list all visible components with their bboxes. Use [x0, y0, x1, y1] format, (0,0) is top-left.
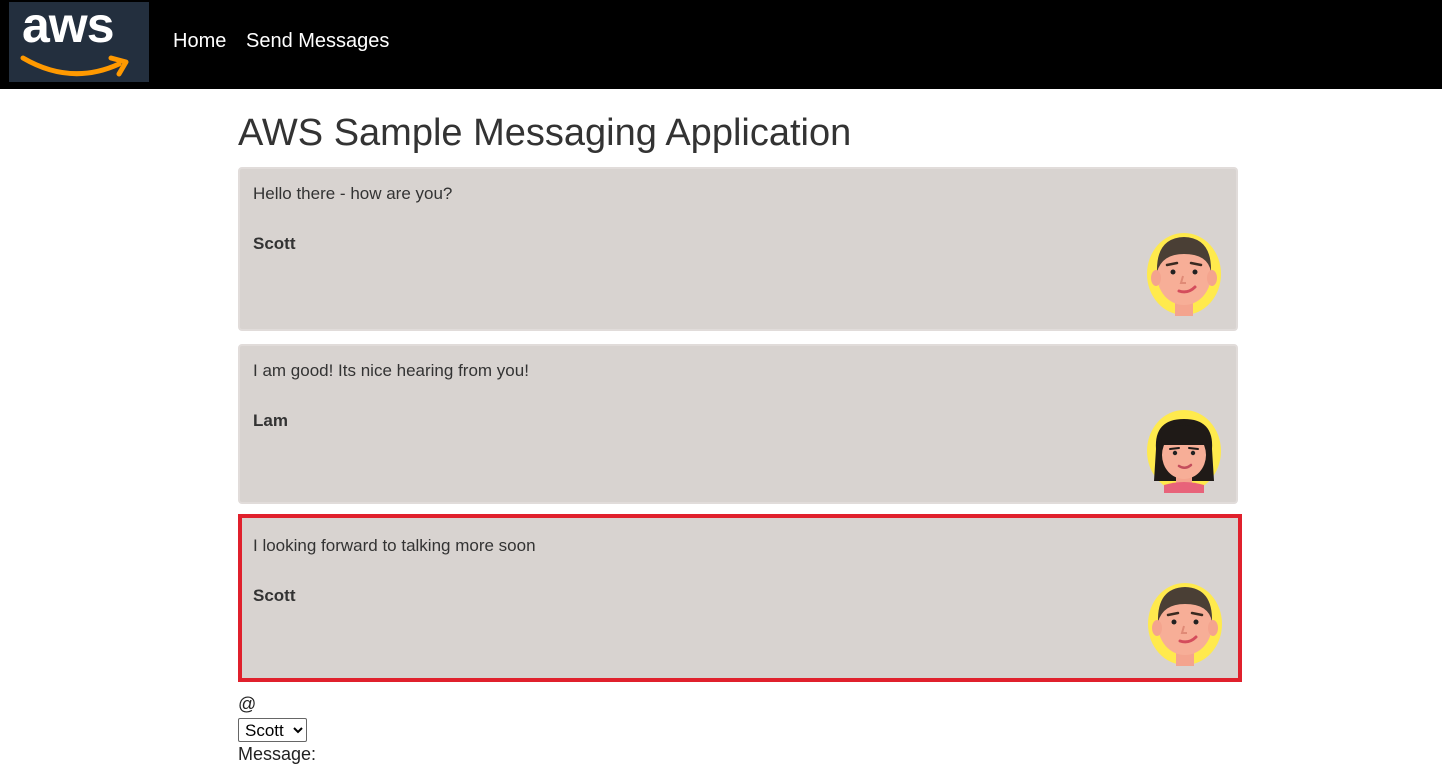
nav-send-messages-link[interactable]: Send Messages [246, 30, 389, 53]
message-text: Hello there - how are you? [253, 184, 453, 203]
user-select[interactable]: Scott [238, 718, 307, 742]
aws-logo[interactable]: aws [9, 0, 149, 82]
message-author: Lam [253, 411, 288, 430]
amazon-smile-icon [20, 55, 129, 77]
top-navbar: aws Home Send Messages [0, 0, 1442, 89]
male-avatar-icon [1148, 583, 1222, 666]
message-card: Hello there - how are you? Scott [238, 167, 1238, 331]
message-card-selected: I looking forward to talking more soon S… [238, 514, 1242, 682]
message-author: Scott [253, 586, 296, 605]
at-label: @ [238, 694, 257, 714]
nav-home-link[interactable]: Home [173, 30, 226, 53]
message-card: I am good! Its nice hearing from you! La… [238, 344, 1238, 504]
male-avatar-icon [1147, 233, 1221, 316]
message-text: I am good! Its nice hearing from you! [253, 361, 529, 380]
female-avatar-icon [1147, 410, 1221, 493]
page-title: AWS Sample Messaging Application [238, 112, 852, 154]
message-author: Scott [253, 234, 296, 253]
message-text: I looking forward to talking more soon [253, 536, 536, 555]
